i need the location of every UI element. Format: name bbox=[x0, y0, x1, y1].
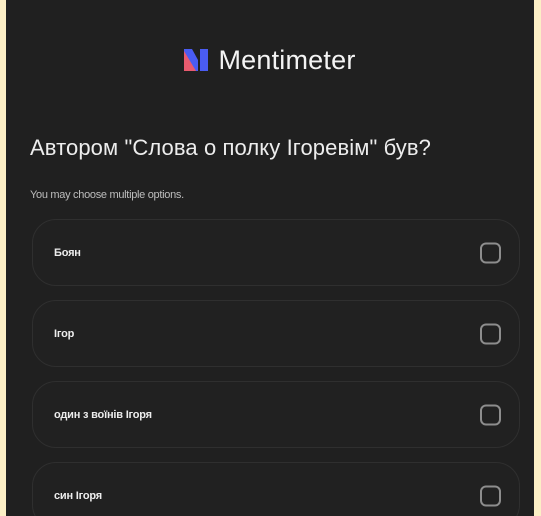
option-label: Ігор bbox=[54, 327, 75, 340]
option-boian[interactable]: Боян bbox=[32, 219, 520, 286]
checkbox[interactable] bbox=[480, 323, 501, 344]
checkbox[interactable] bbox=[480, 242, 501, 263]
option-warrior[interactable]: один з воїнів Ігоря bbox=[32, 381, 520, 448]
option-label: син Ігоря bbox=[54, 489, 102, 502]
checkbox[interactable] bbox=[480, 404, 501, 425]
mentimeter-logo: Mentimeter bbox=[6, 44, 534, 76]
mentimeter-logo-icon bbox=[184, 49, 209, 71]
checkbox[interactable] bbox=[480, 485, 501, 506]
question-hint: You may choose multiple options. bbox=[30, 189, 184, 201]
option-label: Боян bbox=[54, 246, 81, 259]
option-label: один з воїнів Ігоря bbox=[54, 408, 152, 421]
brand-name: Mentimeter bbox=[218, 44, 356, 75]
option-ihor[interactable]: Ігор bbox=[32, 300, 520, 367]
option-son[interactable]: син Ігоря bbox=[32, 462, 520, 516]
voting-card: Mentimeter Автором "Слова о полку Ігорев… bbox=[6, 0, 534, 516]
question-title: Автором "Слова о полку Ігоревім" був? bbox=[30, 135, 432, 160]
